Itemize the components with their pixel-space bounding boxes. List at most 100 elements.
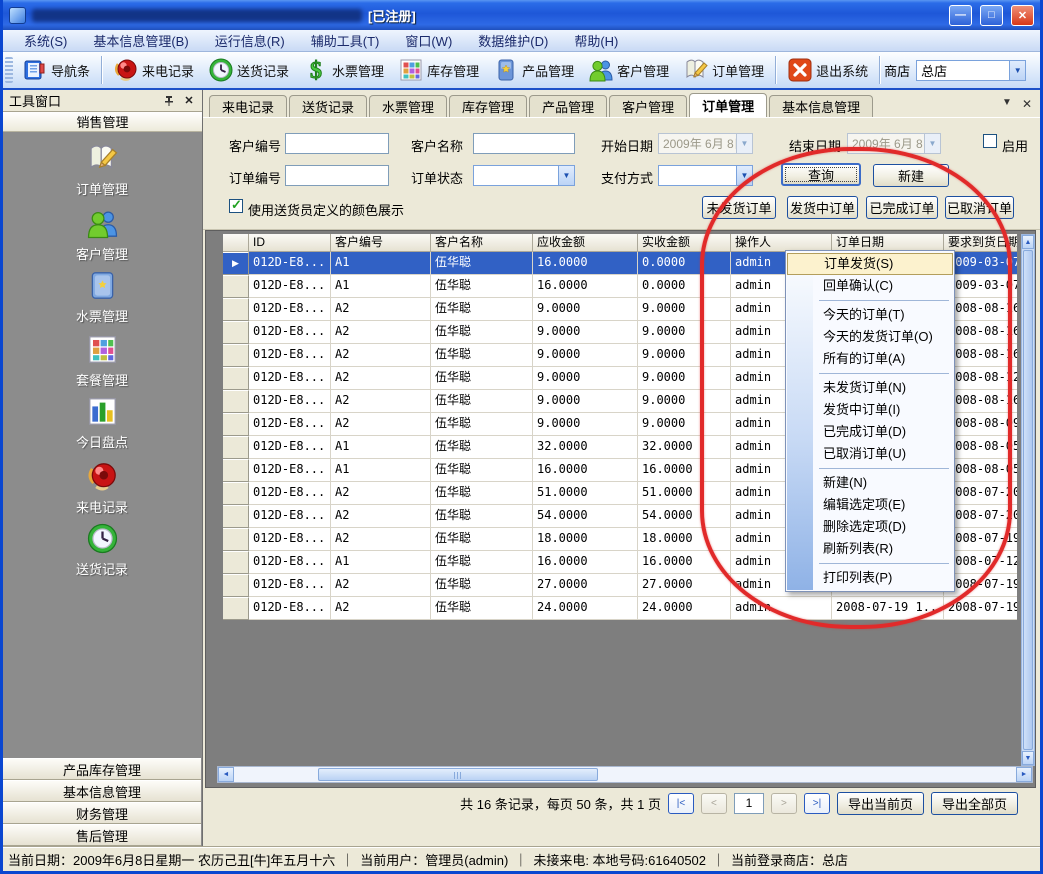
cell-receivable[interactable]: 27.0000	[533, 574, 638, 597]
menubar-item[interactable]: 数据维护(D)	[465, 30, 561, 51]
tab-产品管理[interactable]: 产品管理	[529, 95, 607, 117]
cell-customer_name[interactable]: 伍华聪	[431, 344, 533, 367]
context-menu-item[interactable]: 订单发货(S)	[787, 253, 953, 275]
row-selector[interactable]	[223, 436, 249, 459]
toolbar-button[interactable]: $水票管理	[296, 54, 391, 86]
end-date-picker[interactable]: 2009年 6月 8日 ▼	[847, 133, 941, 154]
cell-id[interactable]: 012D-E8...	[249, 459, 331, 482]
sidebar-item[interactable]: 套餐管理	[3, 333, 201, 389]
context-menu-item[interactable]: 未发货订单(N)	[787, 377, 953, 399]
cell-order_date[interactable]: 2008-07-19 1...	[832, 597, 944, 620]
cell-received[interactable]: 0.0000	[638, 252, 731, 275]
cell-customer_name[interactable]: 伍华聪	[431, 597, 533, 620]
toolbar-button[interactable]: 退出系统	[780, 54, 875, 86]
export-all-pages-button[interactable]: 导出全部页	[931, 792, 1018, 815]
status-filter-button[interactable]: 发货中订单	[787, 196, 858, 219]
order-status-combo[interactable]: ▼	[473, 165, 575, 186]
row-selector[interactable]	[223, 482, 249, 505]
shop-combo[interactable]: 总店 ▼	[916, 60, 1026, 81]
order-no-input[interactable]	[285, 165, 389, 186]
prev-page-button[interactable]: <	[701, 793, 727, 814]
row-selector[interactable]	[223, 574, 249, 597]
scroll-left-icon[interactable]: ◄	[218, 767, 234, 782]
close-button[interactable]: ✕	[1011, 5, 1034, 26]
tab-订单管理[interactable]: 订单管理	[689, 93, 767, 117]
cell-customer_name[interactable]: 伍华聪	[431, 298, 533, 321]
cell-received[interactable]: 0.0000	[638, 275, 731, 298]
pay-method-combo[interactable]: ▼	[658, 165, 753, 186]
cell-id[interactable]: 012D-E8...	[249, 574, 331, 597]
chevron-down-icon[interactable]: ▼	[736, 134, 752, 153]
menubar-item[interactable]: 窗口(W)	[392, 30, 465, 51]
context-menu-item[interactable]: 今天的发货订单(O)	[787, 326, 953, 348]
cell-customer_no[interactable]: A1	[331, 275, 431, 298]
pin-icon[interactable]	[162, 94, 176, 108]
status-filter-button[interactable]: 已完成订单	[866, 196, 938, 219]
cell-customer_no[interactable]: A2	[331, 390, 431, 413]
customer-no-input[interactable]	[285, 133, 389, 154]
start-date-picker[interactable]: 2009年 6月 8日 ▼	[658, 133, 753, 154]
row-selector[interactable]	[223, 344, 249, 367]
export-current-page-button[interactable]: 导出当前页	[837, 792, 924, 815]
minimize-button[interactable]: —	[949, 5, 972, 26]
sidebar-item[interactable]: 客户管理	[3, 207, 201, 263]
cell-id[interactable]: 012D-E8...	[249, 505, 331, 528]
cell-id[interactable]: 012D-E8...	[249, 551, 331, 574]
cell-received[interactable]: 32.0000	[638, 436, 731, 459]
cell-received[interactable]: 18.0000	[638, 528, 731, 551]
next-page-button[interactable]: >	[771, 793, 797, 814]
cell-receivable[interactable]: 9.0000	[533, 321, 638, 344]
cell-operator[interactable]: admin	[731, 597, 832, 620]
cell-received[interactable]: 54.0000	[638, 505, 731, 528]
context-menu-item[interactable]: 刷新列表(R)	[787, 538, 953, 560]
cell-id[interactable]: 012D-E8...	[249, 344, 331, 367]
toolbar-button[interactable]: 客户管理	[581, 54, 676, 86]
driver-color-checkbox[interactable]	[229, 199, 243, 213]
cell-receivable[interactable]: 16.0000	[533, 252, 638, 275]
cell-customer_name[interactable]: 伍华聪	[431, 436, 533, 459]
sidebar-item[interactable]: 来电记录	[3, 460, 201, 516]
tab-来电记录[interactable]: 来电记录	[209, 95, 287, 117]
status-filter-button[interactable]: 已取消订单	[945, 196, 1014, 219]
cell-customer_name[interactable]: 伍华聪	[431, 252, 533, 275]
cell-receivable[interactable]: 24.0000	[533, 597, 638, 620]
toolbar-button[interactable]: 导航条	[15, 54, 97, 86]
menubar-item[interactable]: 基本信息管理(B)	[80, 30, 201, 51]
context-menu-item[interactable]: 删除选定项(D)	[787, 516, 953, 538]
cell-customer_no[interactable]: A1	[331, 459, 431, 482]
toolbar-button[interactable]: 来电记录	[106, 54, 201, 86]
cell-receivable[interactable]: 16.0000	[533, 275, 638, 298]
cell-required_date[interactable]: 2008-07-19 1...	[944, 597, 1017, 620]
cell-receivable[interactable]: 32.0000	[533, 436, 638, 459]
cell-customer_name[interactable]: 伍华聪	[431, 574, 533, 597]
cell-received[interactable]: 24.0000	[638, 597, 731, 620]
toolbar-button[interactable]: 库存管理	[391, 54, 486, 86]
cell-customer_name[interactable]: 伍华聪	[431, 390, 533, 413]
tab-close-icon[interactable]: ✕	[1022, 97, 1032, 111]
tab-list-dropdown-icon[interactable]: ▼	[1002, 97, 1012, 111]
page-number-input[interactable]	[734, 793, 764, 814]
tab-客户管理[interactable]: 客户管理	[609, 95, 687, 117]
cell-customer_no[interactable]: A2	[331, 528, 431, 551]
cell-customer_no[interactable]: A2	[331, 367, 431, 390]
cell-id[interactable]: 012D-E8...	[249, 252, 331, 275]
sidebar-group-button[interactable]: 基本信息管理	[3, 780, 201, 802]
cell-customer_no[interactable]: A2	[331, 597, 431, 620]
row-selector[interactable]	[223, 528, 249, 551]
cell-receivable[interactable]: 9.0000	[533, 298, 638, 321]
toolbar-button[interactable]: 送货记录	[201, 54, 296, 86]
cell-customer_name[interactable]: 伍华聪	[431, 321, 533, 344]
sidebar-item[interactable]: 订单管理	[3, 142, 201, 198]
row-selector[interactable]	[223, 321, 249, 344]
row-selector[interactable]	[223, 413, 249, 436]
cell-receivable[interactable]: 16.0000	[533, 459, 638, 482]
scroll-up-icon[interactable]: ▲	[1022, 235, 1034, 249]
customer-name-input[interactable]	[473, 133, 575, 154]
row-selector[interactable]	[223, 597, 249, 620]
chevron-down-icon[interactable]: ▼	[736, 166, 752, 185]
cell-received[interactable]: 27.0000	[638, 574, 731, 597]
cell-customer_no[interactable]: A2	[331, 574, 431, 597]
cell-customer_no[interactable]: A2	[331, 298, 431, 321]
cell-customer_name[interactable]: 伍华聪	[431, 459, 533, 482]
row-selector[interactable]	[223, 505, 249, 528]
